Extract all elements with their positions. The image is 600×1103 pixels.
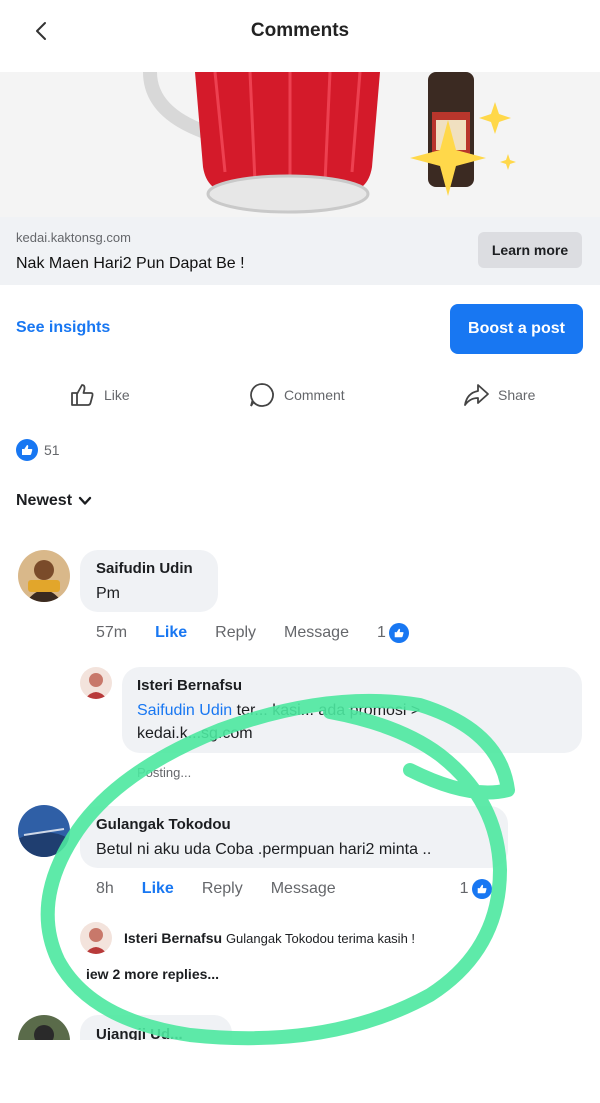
sort-dropdown[interactable]: Newest (16, 492, 92, 510)
reply-text: Saifudin Udin ter... kasi... ada promosi… (137, 702, 577, 720)
boost-post-button[interactable]: Boost a post (450, 304, 583, 354)
comment-reply-button[interactable]: Reply (215, 624, 256, 642)
like-action[interactable]: Like (68, 380, 130, 410)
learn-more-button[interactable]: Learn more (478, 232, 582, 268)
reaction-count: 51 (44, 442, 60, 458)
avatar[interactable] (18, 550, 70, 602)
link-title: Nak Maen Hari2 Pun Dapat Be ! (16, 255, 245, 272)
like-badge-icon (471, 879, 492, 899)
blank-area (0, 1040, 600, 1103)
ad-image[interactable] (0, 72, 600, 217)
like-reaction-icon (16, 439, 38, 461)
comment-author[interactable]: Saifudin Udin (96, 560, 193, 577)
like-action-label: Like (104, 387, 130, 403)
reaction-summary[interactable]: 51 (16, 438, 60, 462)
share-action-label: Share (498, 387, 536, 403)
link-domain: kedai.kaktonsg.com (16, 230, 131, 245)
mention-link[interactable]: Saifudin Udin (137, 702, 232, 719)
comment-like-count: 1 (459, 880, 469, 897)
reply-text: Gulangak Tokodou terima kasih ! (225, 931, 416, 946)
avatar[interactable] (80, 667, 112, 699)
share-arrow-icon (464, 384, 489, 406)
share-action[interactable]: Share (462, 380, 535, 410)
comment-author[interactable]: Gulangak Tokodou (96, 816, 231, 833)
comment-like-button[interactable]: Like (155, 624, 187, 642)
top-app-bar: Comments (0, 0, 600, 72)
avatar[interactable] (80, 922, 112, 954)
comment-action-label: Comment (284, 387, 345, 403)
like-badge-icon (388, 623, 409, 643)
sort-label: Newest (16, 492, 73, 509)
chevron-down-icon (78, 496, 92, 505)
comment-meta: 8h Like Reply Message 1 (96, 877, 492, 901)
comment-time: 57m (96, 624, 128, 641)
view-more-replies-link[interactable]: iew 2 more replies... (86, 966, 219, 982)
avatar[interactable] (18, 805, 70, 857)
comment-like-count: 1 (376, 624, 386, 641)
thumbs-up-icon (71, 384, 94, 406)
reply-preview[interactable]: Isteri Bernafsu Gulangak Tokodou terima … (124, 930, 415, 946)
reply-text-body: ter... kasi... ada promosi > (236, 702, 421, 719)
posting-status: Posting... (137, 765, 192, 780)
reply-text-line2[interactable]: kedai.k...sg.com (137, 725, 253, 743)
comment-reply-button[interactable]: Reply (202, 880, 243, 898)
reply-author[interactable]: Isteri Bernafsu (137, 677, 242, 694)
see-insights-link[interactable]: See insights (16, 319, 110, 337)
comment-time: 8h (96, 880, 114, 897)
comment-like-button[interactable]: Like (142, 880, 174, 898)
reply-author[interactable]: Isteri Bernafsu (124, 930, 222, 946)
comment-message-button[interactable]: Message (271, 880, 336, 898)
comment-bubble-icon (250, 383, 274, 407)
comment-text: Pm (96, 585, 120, 602)
comment-message-button[interactable]: Message (284, 624, 349, 642)
comment-text: Betul ni aku uda Coba .permpuan hari2 mi… (96, 841, 432, 858)
comment-meta: 57m Like Reply Message 1 (96, 621, 409, 645)
comment-action[interactable]: Comment (248, 380, 345, 410)
page-title: Comments (250, 20, 350, 41)
